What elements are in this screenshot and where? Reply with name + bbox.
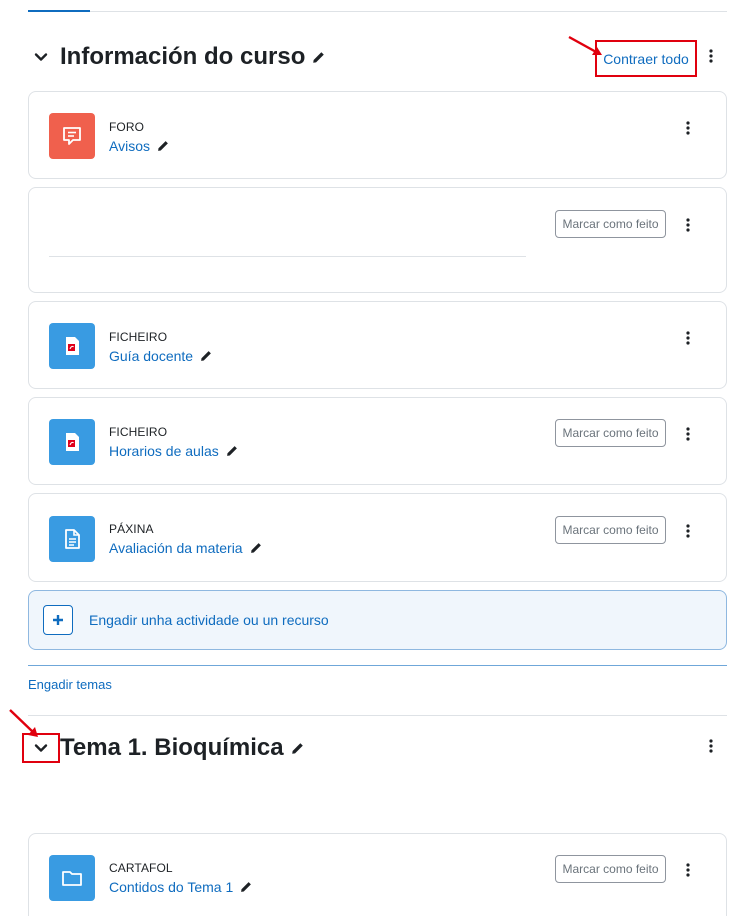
mark-done-button[interactable]: Marcar como feito <box>555 419 666 447</box>
section-menu-kebab-icon[interactable] <box>701 42 721 70</box>
activity-type: CARTAFOL <box>109 861 173 875</box>
pencil-icon[interactable] <box>291 742 304 755</box>
add-activity-button[interactable]: Engadir unha actividade ou un recurso <box>28 590 727 650</box>
pencil-icon[interactable] <box>312 51 325 64</box>
activity-name[interactable]: Contidos do Tema 1 <box>109 879 233 895</box>
activity-type: FORO <box>109 120 145 134</box>
activity-name[interactable]: Avisos <box>109 138 150 154</box>
section-menu-kebab-icon[interactable] <box>701 732 721 760</box>
activity-type: FICHEIRO <box>109 330 168 344</box>
activity-menu-kebab-icon[interactable] <box>678 324 698 352</box>
top-divider <box>28 11 727 12</box>
activity-menu-kebab-icon[interactable] <box>678 856 698 884</box>
activity-menu-kebab-icon[interactable] <box>678 114 698 142</box>
page-icon <box>49 516 95 562</box>
pencil-icon[interactable] <box>226 445 238 457</box>
label-divider <box>49 256 526 257</box>
activity-card-forum: FORO Avisos <box>28 91 727 179</box>
activity-name-link[interactable]: Avaliación da materia <box>109 540 262 556</box>
activity-name[interactable]: Guía docente <box>109 348 193 364</box>
activity-card-label: Marcar como feito <box>28 187 727 293</box>
pencil-icon[interactable] <box>240 881 252 893</box>
pencil-icon[interactable] <box>250 542 262 554</box>
activity-menu-kebab-icon[interactable] <box>678 420 698 448</box>
section-divider <box>28 665 727 666</box>
pencil-icon[interactable] <box>200 350 212 362</box>
section-header-topic-1: Tema 1. Bioquímica <box>28 728 727 768</box>
activity-menu-kebab-icon[interactable] <box>678 517 698 545</box>
pencil-icon[interactable] <box>157 140 169 152</box>
activity-card-folder: CARTAFOL Contidos do Tema 1 Marcar como … <box>28 833 727 916</box>
chevron-down-icon[interactable] <box>28 44 54 70</box>
activity-type: PÁXINA <box>109 522 154 536</box>
activity-menu-kebab-icon[interactable] <box>678 211 698 239</box>
activity-type: FICHEIRO <box>109 425 168 439</box>
forum-icon <box>49 113 95 159</box>
activity-card-page: PÁXINA Avaliación da materia Marcar como… <box>28 493 727 582</box>
activity-name[interactable]: Horarios de aulas <box>109 443 219 459</box>
pdf-file-icon <box>49 419 95 465</box>
section-title: Tema 1. Bioquímica <box>60 734 284 761</box>
section-divider <box>28 715 727 716</box>
add-sections-link[interactable]: Engadir temas <box>28 677 112 692</box>
mark-done-button[interactable]: Marcar como feito <box>555 210 666 238</box>
folder-icon <box>49 855 95 901</box>
mark-done-button[interactable]: Marcar como feito <box>555 855 666 883</box>
activity-name-link[interactable]: Contidos do Tema 1 <box>109 879 252 895</box>
plus-icon[interactable] <box>43 605 73 635</box>
activity-card-file: FICHEIRO Horarios de aulas Marcar como f… <box>28 397 727 485</box>
mark-done-button[interactable]: Marcar como feito <box>555 516 666 544</box>
activity-card-file: FICHEIRO Guía docente <box>28 301 727 389</box>
active-tab-indicator <box>28 10 90 12</box>
section-title: Información do curso <box>60 43 306 70</box>
activity-name-link[interactable]: Guía docente <box>109 348 212 364</box>
activity-name-link[interactable]: Avisos <box>109 138 169 154</box>
collapse-all-link[interactable]: Contraer todo <box>595 40 697 77</box>
pdf-file-icon <box>49 323 95 369</box>
activity-name[interactable]: Avaliación da materia <box>109 540 243 556</box>
annotation-highlight-box <box>22 733 60 763</box>
add-activity-label[interactable]: Engadir unha actividade ou un recurso <box>89 612 329 628</box>
activity-name-link[interactable]: Horarios de aulas <box>109 443 238 459</box>
